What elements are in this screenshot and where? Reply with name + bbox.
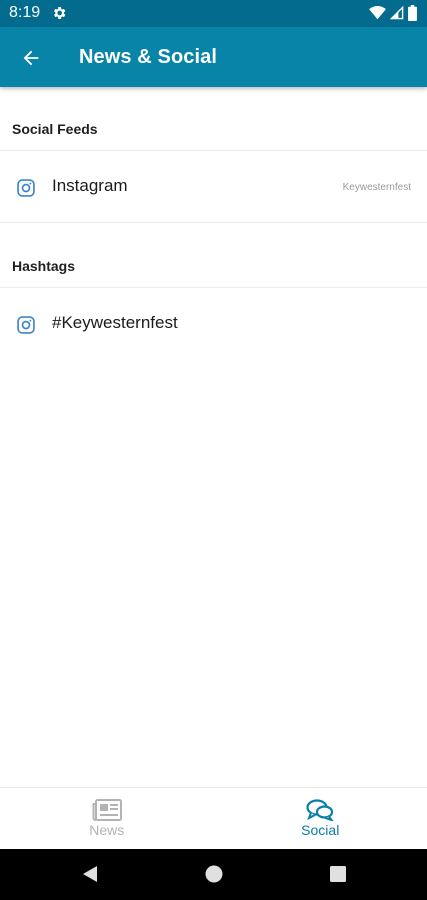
status-indicators <box>369 5 417 21</box>
status-bar: 8:19 <box>0 0 427 27</box>
social-feed-item-instagram[interactable]: Instagram Keywesternfest <box>0 154 427 220</box>
nav-tab-news[interactable]: News <box>0 788 214 849</box>
chat-bubbles-icon <box>306 799 334 821</box>
back-triangle-icon[interactable] <box>80 864 100 884</box>
divider <box>0 287 427 288</box>
recents-square-icon[interactable] <box>328 864 348 884</box>
nav-tab-social-label: Social <box>301 822 340 838</box>
newspaper-icon <box>92 799 122 821</box>
home-circle-icon[interactable] <box>204 864 224 884</box>
section-header-hashtags: Hashtags <box>12 258 76 274</box>
nav-tab-social[interactable]: Social <box>214 788 427 849</box>
back-button[interactable] <box>14 41 48 75</box>
settings-gear-icon <box>54 7 66 19</box>
divider <box>0 150 427 151</box>
social-feed-account: Keywesternfest <box>342 182 411 193</box>
instagram-icon <box>17 316 35 334</box>
divider <box>0 222 427 223</box>
arrow-left-icon <box>23 50 39 66</box>
page-title: News & Social <box>79 46 218 68</box>
section-header-social-feeds: Social Feeds <box>12 121 98 137</box>
hashtag-item-keywesternfest[interactable]: #Keywesternfest <box>0 291 427 357</box>
hashtag-label: #Keywesternfest <box>52 313 178 332</box>
social-feed-label: Instagram <box>52 176 128 195</box>
nav-tab-news-label: News <box>89 822 125 838</box>
battery-icon <box>408 5 417 21</box>
instagram-icon <box>17 179 35 197</box>
app-bar: News & Social <box>0 27 427 87</box>
bottom-navigation: News Social <box>0 787 427 849</box>
system-navigation-bar <box>0 849 427 900</box>
status-time: 8:19 <box>9 4 41 21</box>
signal-icon <box>390 6 404 20</box>
wifi-icon <box>369 6 386 20</box>
